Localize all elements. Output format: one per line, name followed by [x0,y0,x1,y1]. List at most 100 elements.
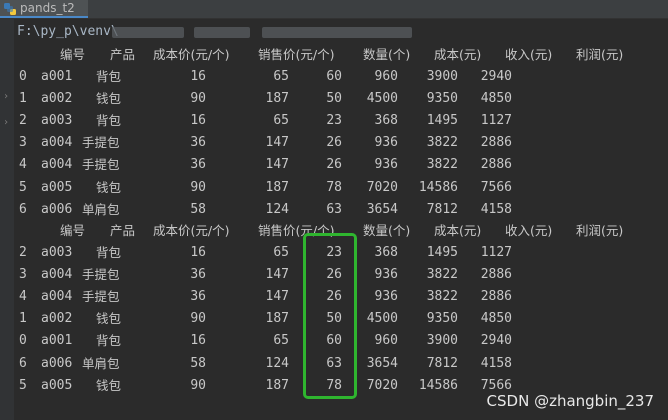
column-header: 销售价(元/个) [258,47,335,62]
table-cell: 23 [326,113,342,129]
table-cell: 背包 [96,245,122,260]
table-cell: 1495 [426,113,458,129]
table-cell: 2940 [480,333,512,349]
table-cell: 124 [265,201,289,217]
table-cell: 7566 [480,179,512,195]
table-cell: 65 [273,69,289,84]
table-cell: 3822 [426,267,458,283]
table-cell: 背包 [96,113,122,129]
table-cell: 65 [273,245,289,260]
python-file-icon [4,3,16,15]
table-cell: a004 [41,267,73,283]
table-cell: 14586 [418,179,458,195]
table-cell: 58 [190,201,206,217]
table-cell: 手提包 [82,157,120,173]
table-cell: 90 [190,179,206,195]
table-cell: 9350 [426,311,458,327]
table-cell: 2886 [480,135,512,151]
table-cell: 钱包 [96,377,122,393]
row-index: 1 [19,311,27,327]
table-cell: 936 [374,135,398,151]
table-cell: 368 [374,113,398,129]
table-cell: a004 [41,157,73,173]
table-cell: 4158 [480,355,512,371]
row-index: 3 [19,267,27,283]
row-index: 2 [19,113,27,129]
row-index: 6 [19,355,27,371]
column-header: 数量(个) [363,223,411,238]
table-cell: a005 [41,179,73,195]
table-cell: 4850 [480,311,512,327]
table-cell: 单肩包 [82,355,120,371]
table-cell: 单肩包 [82,201,120,217]
table-cell: 1495 [426,245,458,260]
table-cell: 16 [190,245,206,260]
editor-tab-bar: pands_t2 [0,0,668,19]
table-cell: 16 [190,113,206,129]
table-cell: 187 [265,311,289,327]
table-cell: 65 [273,333,289,349]
column-header: 成本(元) [434,47,482,62]
table-cell: 16 [190,333,206,349]
table-cell: 钱包 [96,311,122,327]
table-cell: 26 [326,157,342,173]
gutter-marker: › [3,91,10,102]
table-cell: 936 [374,157,398,173]
table-cell: 960 [374,333,398,349]
table-cell: 1127 [480,245,512,260]
redacted-path [194,27,250,38]
tab-label: pands_t2 [20,1,75,15]
table-cell: 7020 [366,179,398,195]
table-cell: 2886 [480,289,512,305]
table-cell: 65 [273,113,289,129]
gutter-marker: › [3,117,10,128]
table-cell: 936 [374,289,398,305]
row-index: 0 [19,333,27,349]
table-cell: 7812 [426,201,458,217]
column-header: 成本(元) [434,223,482,238]
row-index: 2 [19,245,27,260]
table-cell: 3900 [426,69,458,84]
table-cell: a001 [41,333,73,349]
table-cell: 4500 [366,91,398,107]
console-gutter: › › [0,19,14,420]
quantity-highlight-box [303,233,357,399]
row-index: 5 [19,377,27,393]
table-cell: 手提包 [82,267,120,283]
table-cell: 14586 [418,377,458,393]
table-cell: 36 [190,135,206,151]
table-cell: a006 [41,201,73,217]
column-header: 成本价(元/个) [153,47,230,62]
tab-pands-t2[interactable]: pands_t2 [0,0,88,18]
table-cell: 3654 [366,201,398,217]
column-header: 成本价(元/个) [153,223,230,238]
table-cell: 36 [190,157,206,173]
table-cell: 147 [265,289,289,305]
table-cell: 钱包 [96,91,122,107]
table-cell: 3822 [426,289,458,305]
column-header: 利润(元) [576,47,624,62]
table-cell: a004 [41,289,73,305]
table-cell: 钱包 [96,179,122,195]
row-index: 6 [19,201,27,217]
table-cell: a002 [41,311,73,327]
table-cell: a001 [41,69,73,84]
column-header: 收入(元) [505,47,553,62]
table-cell: 4850 [480,91,512,107]
table-cell: 187 [265,179,289,195]
table-cell: 7020 [366,377,398,393]
column-header: 利润(元) [576,223,624,238]
table-cell: 9350 [426,91,458,107]
table-cell: 26 [326,135,342,151]
table-cell: 36 [190,267,206,283]
table-cell: 147 [265,157,289,173]
table-cell: 手提包 [82,135,120,151]
row-index: 0 [19,69,27,84]
table-cell: 58 [190,355,206,371]
table-cell: 4500 [366,311,398,327]
table-cell: 背包 [96,69,122,84]
column-header: 数量(个) [363,47,411,62]
row-index: 4 [19,157,27,173]
redacted-path [112,27,184,38]
row-index: 5 [19,179,27,195]
